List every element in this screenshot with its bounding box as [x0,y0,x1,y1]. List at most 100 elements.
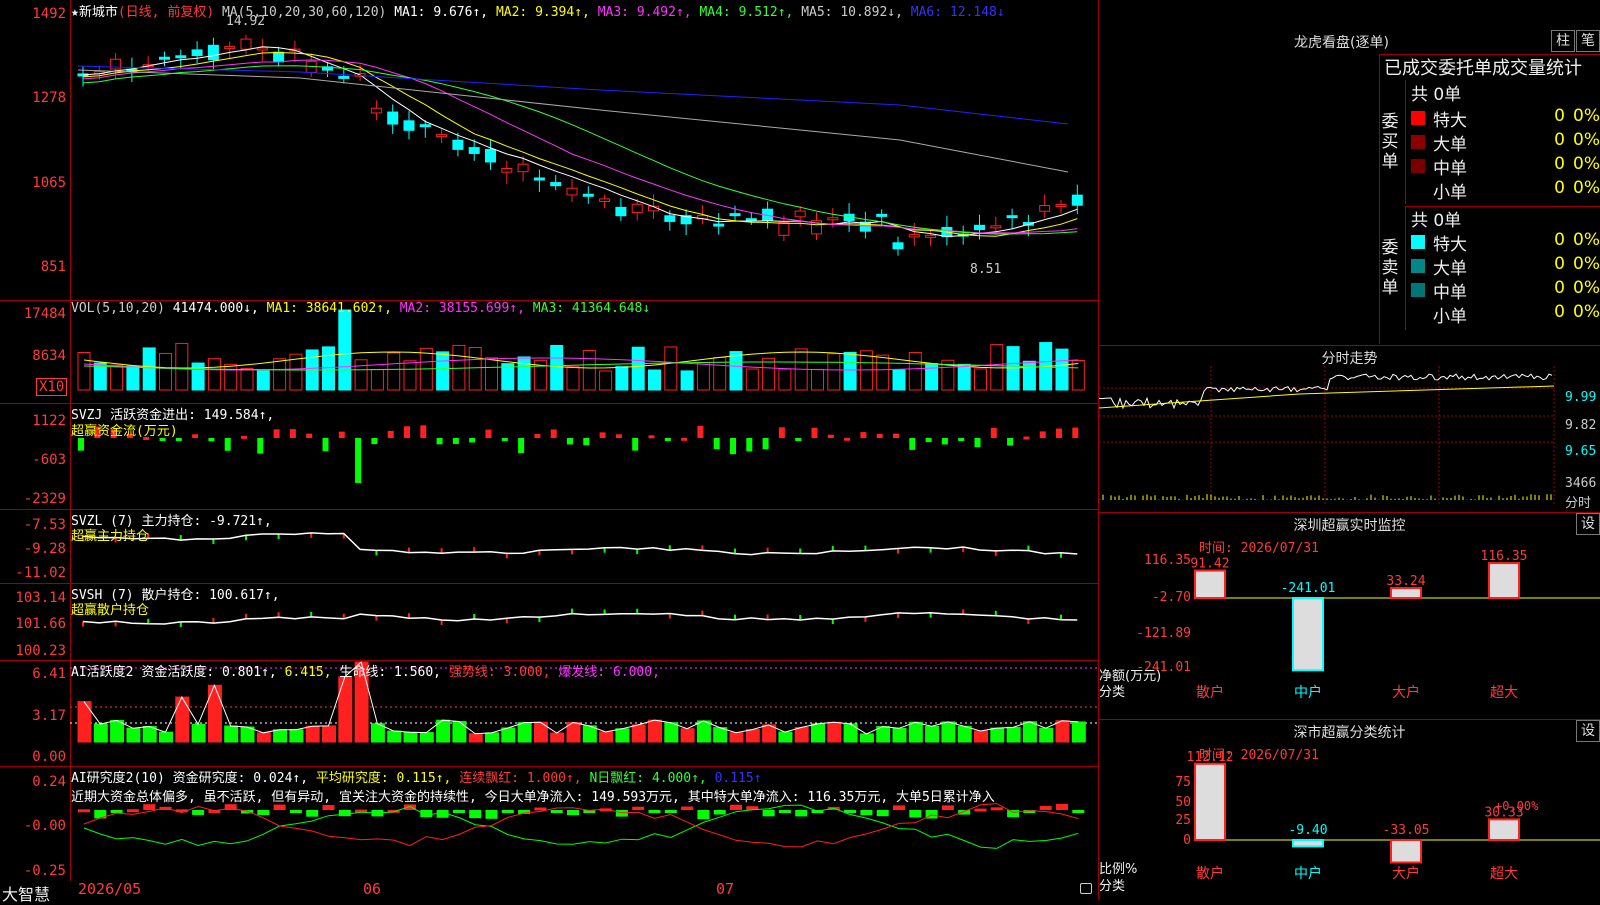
tick-mode-button[interactable]: 笔 [1576,30,1600,52]
candle-body [925,234,937,238]
research-bar [876,810,889,817]
ma6-line [77,65,1069,125]
flow-bar [860,432,867,438]
candle-body [485,148,496,163]
activity-bar [859,733,874,743]
vol-ma3: MA3: 41364.648↓ [532,301,651,316]
ai2-name: AI研究度2(10) [71,771,165,786]
kline-panel[interactable]: 1492 1278 1065 851 ★新城市(日线, 前复权) MA(5,10… [0,0,1098,301]
flow-bar [958,438,965,441]
flow-bar [371,438,378,445]
activity-bar [908,721,923,743]
flow-bar [78,438,84,451]
svsh-panel[interactable]: 103.14 101.66 100.23 SVSH (7) 散户持仓: 100.… [0,583,1098,661]
candle-body [191,49,203,57]
volume-bar [696,362,710,391]
activity-bar [289,729,304,743]
flow-bar [615,434,622,438]
monitor-ylabel: 116.35 [1144,553,1191,568]
category-label: 大户 [1392,684,1420,701]
activity-bar [599,731,614,743]
sell-row: 小单 0 0% [1433,302,1600,327]
research-bar [273,804,286,810]
activity-bar [126,727,141,743]
candle-body [713,223,725,227]
volume-bar [468,347,482,391]
vol-ma1: MA1: 38641.602↑, [266,301,392,316]
volume-bar [517,356,531,391]
flow-bar [501,438,508,441]
intraday-chart[interactable] [1099,346,1600,512]
ai-activity-panel[interactable]: 6.41 3.17 0.00 AI活跃度2 资金活跃度: 0.801↑, 6.4… [0,660,1098,767]
buy-side-label: 委买单 [1381,112,1399,172]
flow-bar [1039,431,1046,438]
bar-value-label: 116.35 [1481,549,1528,564]
indicator-line [82,532,1078,556]
candle-body [370,107,382,114]
low-marker: 8.51 [970,262,1002,277]
flow-bar [844,437,851,441]
research-bar [469,810,482,819]
research-bar [664,810,677,813]
volume-bar [77,352,91,391]
star-icon[interactable]: ★ [71,5,79,20]
volume-bar [126,365,140,391]
flow-bar [730,438,736,455]
bar-mode-button[interactable]: 柱 [1551,30,1575,52]
volume-bar [582,349,596,391]
vol-params: VOL(5,10,20) [71,301,165,316]
flow-bar [811,427,818,438]
volume-bar [322,346,335,391]
kline-chart[interactable] [0,0,1098,300]
research-bar [1072,810,1085,813]
ai2-h2: 平均研究度: 0.115↑, [315,771,452,786]
category-bar [1292,597,1324,672]
classify-annotation: +0.00% [1495,799,1539,813]
intraday-panel[interactable]: 分时走势 9.99 9.82 9.65 3466 分时 [1099,346,1600,513]
vol-header: VOL(5,10,20) 41474.000↓, MA1: 38641.602↑… [71,301,650,316]
volume-bar [273,358,287,391]
candle-body [615,206,627,217]
x-axis: 大智慧 [0,881,1098,904]
research-bar [1007,810,1020,818]
research-bar [795,810,808,817]
flow-bar [778,427,785,438]
flow-bar [436,438,443,445]
sell-row: 中单 0 0% [1405,278,1600,303]
volume-bar [1055,348,1069,391]
ma5-line [77,69,1069,173]
research-bar [452,810,465,813]
svzl-panel[interactable]: -7.53 -9.28 -11.02 SVZL (7) 主力持仓: -9.721… [0,509,1098,584]
category-bar [1390,839,1422,864]
flow-bar [420,425,427,438]
volume-bar [240,367,254,391]
monitor-chart: 91.42 散户 -241.01 中户 33.24 大户 116.35 超大 116.35 -2.… [1136,549,1600,701]
volume-bar [191,362,205,391]
research-bar [730,804,742,810]
volume-bar [1022,360,1036,391]
lock-icon[interactable] [1080,883,1092,894]
ai-research-panel[interactable]: 0.24 -0.00 -0.25 AI研究度2(10) 资金研究度: 0.024… [0,766,1098,881]
stock-name: 新城市 [78,5,118,20]
candle-body [338,75,350,79]
activity-bar [990,727,1005,743]
category-label: 超大 [1490,866,1518,882]
monitor-panel[interactable]: 深圳超赢实时监控 设 时间: 2026/07/31 91.42 散户 -241.01… [1099,513,1600,720]
intraday-vol-label: 3466 [1565,476,1597,491]
category-bar [1292,839,1324,848]
period-label[interactable]: (日线, 前复权) [118,5,214,20]
svzj-panel[interactable]: 1122 -603 -2329 SVZJ 活跃资金进出: 149.584↑, 超… [0,403,1098,510]
research-bar [778,810,791,813]
dragon-title: 龙虎看盘(逐单) [1294,35,1389,51]
bar-value-label: 91.42 [1190,557,1229,572]
bar-value-label: 33.24 [1386,574,1425,589]
category-label: 散户 [1196,865,1224,882]
research-bar [697,810,710,820]
intraday-vol-unit: 分时 [1565,496,1592,511]
candle-body [876,213,888,217]
activity-bar [615,728,630,743]
volume-panel[interactable]: 17484 8634 X10 VOL(5,10,20) 41474.000↓, … [0,300,1098,404]
classify-panel[interactable]: 深市超赢分类统计 设 时间: 2026/07/31 112.12 散户 -9.40 中… [1099,720,1600,900]
research-bar [860,810,873,816]
bar-value-label: -241.01 [1281,581,1336,596]
